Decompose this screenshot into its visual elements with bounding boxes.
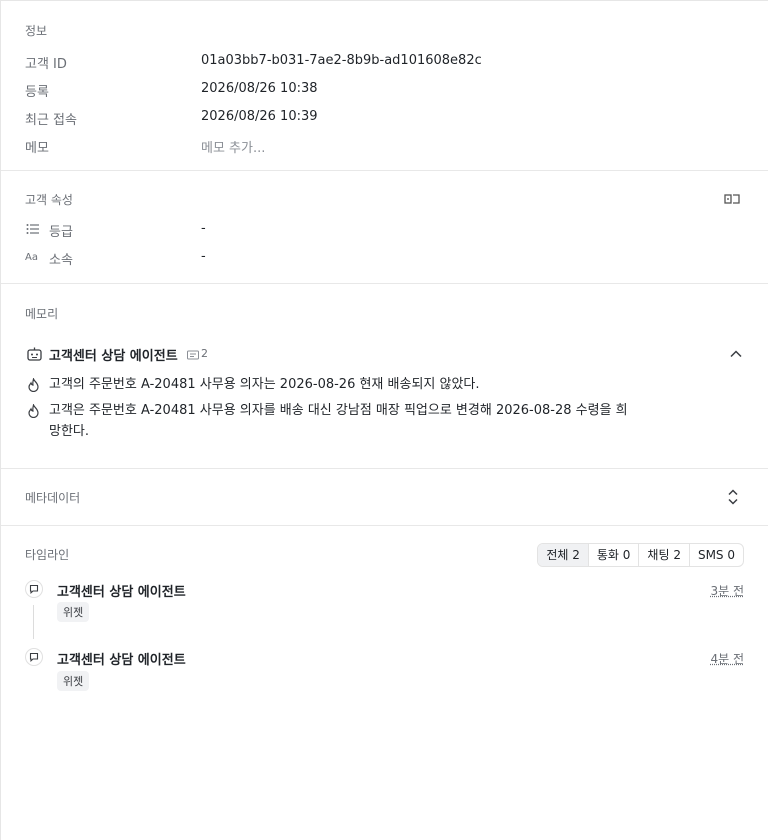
memory-flame-icon xyxy=(27,403,40,419)
timeline-section-title: 타임라인 xyxy=(25,548,70,562)
affiliation-label: 소속 xyxy=(49,253,73,268)
info-section: 정보 고객 ID 01a03bb7-b031-7ae2-8b9b-ad10160… xyxy=(1,1,768,171)
tab-chats[interactable]: 채팅 2 xyxy=(638,544,689,566)
list-icon xyxy=(26,223,40,235)
metadata-section[interactable]: 메타데이터 xyxy=(1,469,768,526)
affiliation-value[interactable]: - xyxy=(201,249,206,264)
memory-count-icon xyxy=(187,349,199,360)
tab-sms[interactable]: SMS 0 xyxy=(688,544,743,566)
memory-section-title: 메모리 xyxy=(25,307,59,321)
timeline-entry-title[interactable]: 고객센터 상담 에이전트 xyxy=(57,581,186,600)
channel-chip: 위젯 xyxy=(57,671,90,691)
memory-agent-name: 고객센터 상담 에이전트 xyxy=(49,349,178,364)
memory-item: 고객의 주문번호 A-20481 사무용 의자는 2026-08-26 현재 배… xyxy=(49,377,480,392)
grade-value[interactable]: - xyxy=(201,221,206,236)
tab-all[interactable]: 전체 2 xyxy=(538,544,588,566)
metadata-section-title: 메타데이터 xyxy=(25,491,81,505)
memo-add-input[interactable]: 메모 추가... xyxy=(201,137,265,156)
memory-count-badge: 2 xyxy=(201,347,208,360)
bot-icon xyxy=(27,347,42,361)
memo-label: 메모 xyxy=(25,141,49,156)
edit-attributes-icon[interactable] xyxy=(724,193,740,205)
channel-chip: 위젯 xyxy=(57,602,90,622)
last-seen-label: 최근 접속 xyxy=(25,113,77,128)
tab-calls[interactable]: 통화 0 xyxy=(587,544,639,566)
memory-flame-icon xyxy=(27,377,40,393)
customer-detail-panel: 정보 고객 ID 01a03bb7-b031-7ae2-8b9b-ad10160… xyxy=(0,0,768,840)
timeline-entry-time: 4분 전 xyxy=(710,652,744,666)
svg-text:Aa: Aa xyxy=(25,252,38,262)
info-section-title: 정보 xyxy=(25,24,48,38)
chat-bubble-icon xyxy=(25,648,43,666)
last-seen-value: 2026/08/26 10:39 xyxy=(201,109,318,124)
registered-label: 등록 xyxy=(25,85,49,100)
chevron-up-icon[interactable] xyxy=(729,348,743,358)
attributes-section: 고객 속성 등급 - Aa 소속 - xyxy=(1,171,768,284)
timeline-entry-time: 3분 전 xyxy=(710,584,744,598)
attributes-section-title: 고객 속성 xyxy=(25,193,73,207)
timeline-entry-title[interactable]: 고객센터 상담 에이전트 xyxy=(57,649,186,668)
grade-label: 등급 xyxy=(49,225,73,240)
text-type-icon: Aa xyxy=(25,250,43,263)
chevron-up-down-icon[interactable] xyxy=(727,488,739,506)
customer-id-label: 고객 ID xyxy=(25,57,67,72)
customer-id-value: 01a03bb7-b031-7ae2-8b9b-ad101608e82c xyxy=(201,53,482,68)
timeline-filter-tabs: 전체 2 통화 0 채팅 2 SMS 0 xyxy=(537,543,744,567)
chat-bubble-icon xyxy=(25,580,43,598)
registered-value: 2026/08/26 10:38 xyxy=(201,81,318,96)
memory-item: 고객은 주문번호 A-20481 사무용 의자를 배송 대신 강남점 매장 픽업… xyxy=(49,403,628,439)
timeline-connector xyxy=(33,605,34,639)
